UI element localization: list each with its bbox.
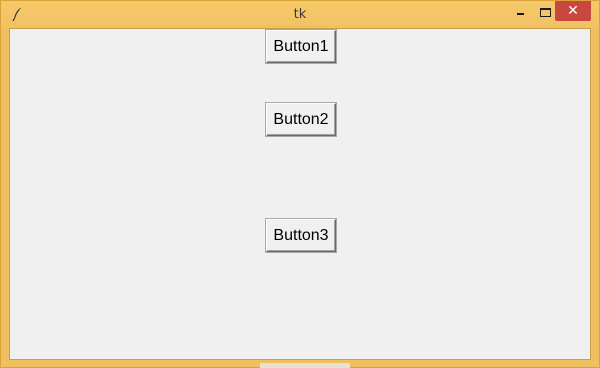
button-2[interactable]: Button2 [266,103,336,136]
button-1[interactable]: Button1 [266,30,336,63]
button-3[interactable]: Button3 [266,219,336,252]
taskbar-strip [260,363,350,368]
close-button[interactable]: ✕ [555,1,591,21]
minimize-icon [517,13,524,15]
window-client-area: Button1 Button2 Button3 [9,28,591,360]
title-bar[interactable]: tk ✕ [1,1,599,28]
maximize-icon [540,8,551,17]
tk-window: tk ✕ Button1 Button2 Button3 [0,0,600,368]
maximize-button[interactable] [533,1,555,21]
minimize-button[interactable] [507,1,533,21]
close-icon: ✕ [567,3,579,19]
